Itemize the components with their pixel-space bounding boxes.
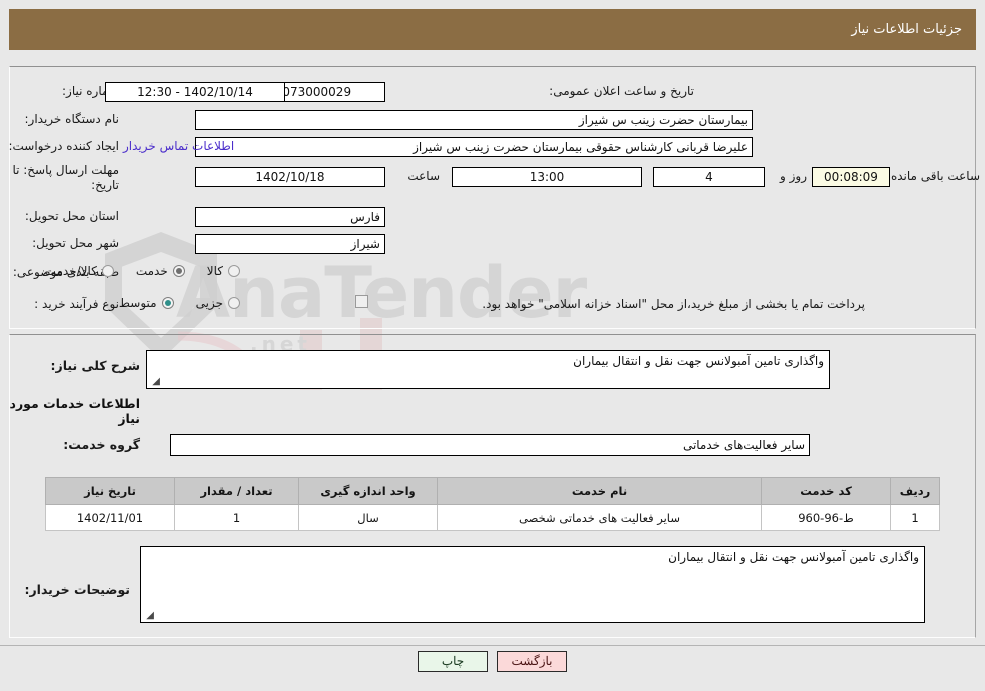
general-description-textarea[interactable]: واگذاری تامین آمبولانس جهت نقل و انتقال … [146,350,830,389]
radio-kala-icon[interactable] [228,265,240,277]
province-label: استان محل تحویل: [24,209,119,223]
treasury-note-label: پرداخت تمام یا بخشی از مبلغ خرید،از محل … [482,297,865,311]
city-row: شهر محل تحویل: [32,236,119,250]
deadline-hour-field: 13:00 [452,167,642,187]
radio-khedmat-icon[interactable] [172,265,185,277]
deadline-date-field: 1402/10/18 [195,167,385,187]
category-option-kala-label: کالا [206,264,223,278]
purchase-type-option-jozei-label: جزیی [195,296,223,310]
category-option-kala[interactable]: کالا [207,264,240,278]
general-description-value: واگذاری تامین آمبولانس جهت نقل و انتقال … [573,354,824,368]
province-row: استان محل تحویل: [25,209,119,223]
province-field: فارس [195,207,385,227]
request-creator-field: علیرضا قربانی کارشناس حقوقی بیمارستان حض… [195,137,753,157]
deadline-label-row: مهلت ارسال پاسخ: تا تاریخ: [9,163,119,193]
general-description-label: شرح کلی نیاز: [50,358,140,373]
cell-quantity: 1 [174,504,299,531]
cell-service-code: ط-96-960 [761,504,891,531]
purchase-type-option-motavaset-label: متوسط [118,296,157,310]
category-option-kala-khedmat[interactable]: کالا/خدمت [45,264,114,278]
print-button[interactable]: چاپ [418,651,488,672]
page-header: جزئیات اطلاعات نیاز [9,9,976,50]
countdown-timer-field: 00:08:09 [812,167,890,187]
footer-button-bar: بازگشت چاپ [0,651,985,672]
buyer-notes-label: توضیحات خریدار: [24,582,130,597]
buyer-org-row: نام دستگاه خریدار: [25,112,120,126]
announce-datetime-field: 1402/10/14 - 12:30 [105,82,285,102]
city-label: شهر محل تحویل: [32,236,119,250]
page-title: جزئیات اطلاعات نیاز [851,22,962,37]
buyer-notes-textarea[interactable]: واگذاری تامین آمبولانس جهت نقل و انتقال … [140,546,925,623]
back-button[interactable]: بازگشت [497,651,567,672]
city-field: شیراز [195,234,385,254]
cell-need-date: 1402/11/01 [45,504,175,531]
table-col-need-date: تاریخ نیاز [45,477,175,505]
announce-datetime-label-row: تاریخ و ساعت اعلان عمومی: [549,84,694,98]
table-col-service-name: نام خدمت [437,477,762,505]
request-creator-row: ایجاد کننده درخواست: [8,139,119,153]
table-row: 1 ط-96-960 سایر فعالیت های خدماتی شخصی س… [45,504,940,531]
table-col-quantity: تعداد / مقدار [174,477,299,505]
table-col-service-code: کد خدمت [761,477,891,505]
category-option-khedmat-label: خدمت [135,264,168,278]
days-remaining-field: 4 [653,167,765,187]
resize-grip-icon[interactable]: ◢ [150,377,160,387]
announce-datetime-label: تاریخ و ساعت اعلان عمومی: [549,84,694,98]
table-col-row-no: ردیف [890,477,940,505]
purchase-type-option-jozei[interactable]: جزیی [196,296,240,310]
radio-kala-khedmat-icon[interactable] [101,265,114,277]
table-col-unit: واحد اندازه گیری [298,477,438,505]
buyer-notes-value: واگذاری تامین آمبولانس جهت نقل و انتقال … [668,550,919,564]
cell-unit: سال [298,504,438,531]
cell-service-name: سایر فعالیت های خدماتی شخصی [437,504,762,531]
category-option-khedmat[interactable]: خدمت [136,264,185,278]
treasury-checkbox[interactable] [355,295,368,308]
deadline-hour-label: ساعت [407,169,440,183]
category-option-kala-khedmat-label: کالا/خدمت [44,264,97,278]
cell-row-no: 1 [890,504,940,531]
buyer-notes-resize-grip-icon[interactable]: ◢ [144,611,154,621]
need-info-panel [9,66,976,329]
buyer-org-field: بیمارستان حضرت زینب س شیراز [195,110,753,130]
request-creator-label: ایجاد کننده درخواست: [8,139,119,153]
service-group-field: سایر فعالیت‌های خدماتی [170,434,810,456]
table-header-row: ردیف کد خدمت نام خدمت واحد اندازه گیری ت… [45,477,940,505]
services-section-title: اطلاعات خدمات مورد نیاز [9,396,140,426]
deadline-label: مهلت ارسال پاسخ: تا تاریخ: [12,163,119,192]
footer-divider [0,645,985,646]
category-radio-group: کالا خدمت کالا/خدمت [23,264,240,278]
radio-motavaset-icon[interactable] [161,297,174,309]
purchase-type-radio-group: جزیی متوسط [97,296,240,310]
services-table: ردیف کد خدمت نام خدمت واحد اندازه گیری ت… [45,477,940,531]
buyer-contact-link[interactable]: اطلاعات تماس خریدار [123,139,234,153]
remaining-suffix-label: ساعت باقی مانده [890,169,980,183]
radio-jozei-icon[interactable] [228,297,240,309]
buyer-org-label: نام دستگاه خریدار: [24,112,120,126]
purchase-type-option-motavaset[interactable]: متوسط [119,296,174,310]
service-group-label: گروه خدمت: [63,437,140,452]
days-and-label: روز و [780,169,807,183]
services-table-wrapper: ردیف کد خدمت نام خدمت واحد اندازه گیری ت… [45,477,940,531]
